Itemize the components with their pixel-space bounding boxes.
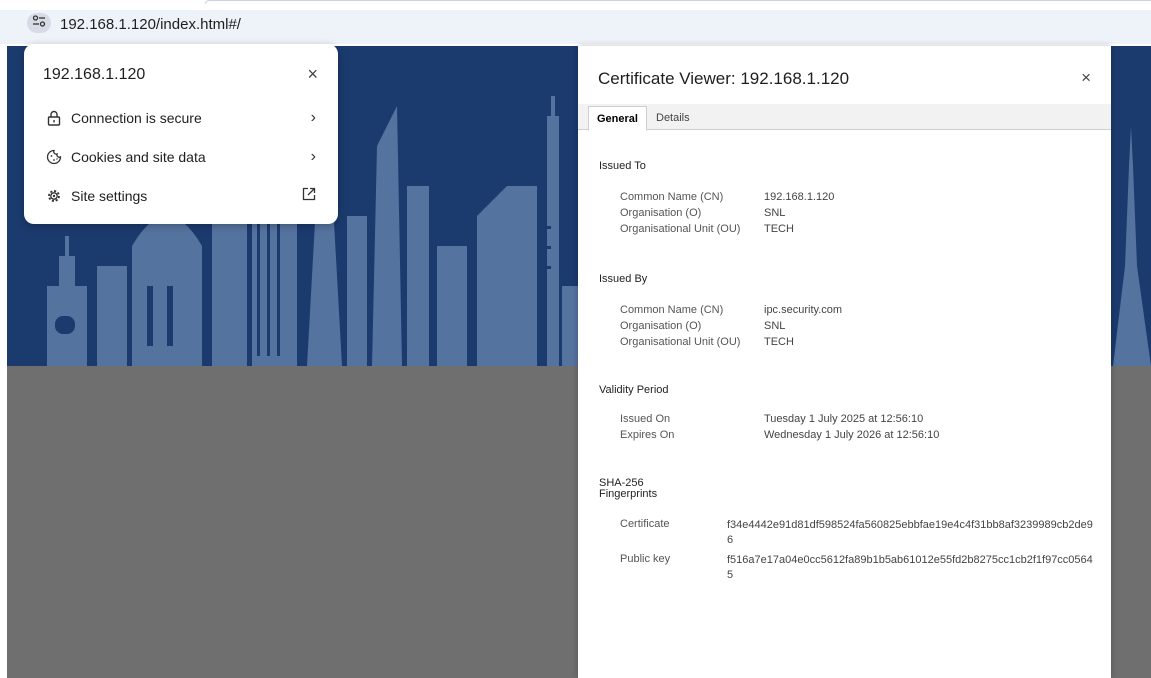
certificate-viewer: Certificate Viewer: 192.168.1.120 × Gene… — [578, 46, 1111, 678]
site-info-button[interactable] — [27, 13, 51, 33]
field-label: Common Name (CN) — [620, 191, 724, 203]
fingerprints-heading-line2: Fingerprints — [599, 488, 658, 500]
lock-icon — [45, 109, 63, 127]
connection-security-label: Connection is secure — [71, 110, 202, 126]
cookies-item[interactable]: Cookies and site data › — [24, 138, 338, 176]
site-settings-label: Site settings — [71, 188, 148, 204]
certificate-viewer-title: Certificate Viewer: 192.168.1.120 — [598, 69, 850, 88]
close-popup-button[interactable]: × — [307, 64, 318, 84]
field-label: Public key — [620, 553, 671, 565]
chevron-right-icon: › — [310, 109, 316, 126]
certificate-fingerprint: f34e4442e91d81df598524fa560825ebbfae19e4… — [727, 519, 1093, 546]
tab-strip-edge — [205, 0, 1151, 4]
field-label: Organisation (O) — [620, 207, 702, 219]
cookie-icon — [45, 148, 63, 166]
field-value: TECH — [764, 223, 794, 235]
site-info-popup: 192.168.1.120 × Connection is secure › C… — [24, 44, 338, 224]
field-value: ipc.security.com — [764, 304, 843, 316]
field-label: Organisational Unit (OU) — [620, 223, 741, 235]
field-value: SNL — [764, 320, 786, 332]
field-label: Certificate — [620, 518, 670, 530]
site-settings-item[interactable]: Site settings — [24, 177, 338, 215]
field-label: Expires On — [620, 429, 675, 441]
tab-general[interactable]: General — [588, 106, 647, 131]
public-key-fingerprint: f516a7e17a04e0cc5612fa89b1b5ab61012e55fd… — [727, 554, 1093, 581]
field-value: Tuesday 1 July 2025 at 12:56:10 — [764, 413, 924, 425]
issued-to-heading: Issued To — [599, 160, 646, 172]
field-value: Wednesday 1 July 2026 at 12:56:10 — [764, 429, 940, 441]
connection-security-item[interactable]: Connection is secure › — [24, 99, 338, 137]
field-label: Organisation (O) — [620, 320, 702, 332]
issued-by-heading: Issued By — [599, 273, 648, 285]
open-in-new-icon — [302, 187, 316, 206]
field-label: Issued On — [620, 413, 671, 425]
tune-icon — [32, 14, 46, 32]
certificate-tabs: General Details — [578, 104, 1111, 131]
field-label: Common Name (CN) — [620, 304, 724, 316]
field-value: TECH — [764, 336, 794, 348]
gear-icon — [45, 187, 63, 205]
url-text[interactable]: 192.168.1.120/index.html#/ — [60, 16, 241, 33]
field-value: 192.168.1.120 — [764, 191, 835, 203]
validity-heading: Validity Period — [599, 384, 669, 396]
close-certificate-button[interactable]: × — [1081, 68, 1091, 88]
field-value: SNL — [764, 207, 786, 219]
popup-title: 192.168.1.120 — [43, 66, 146, 83]
chevron-right-icon: › — [310, 148, 316, 165]
tab-details[interactable]: Details — [648, 106, 698, 131]
field-label: Organisational Unit (OU) — [620, 336, 741, 348]
cookies-label: Cookies and site data — [71, 149, 206, 165]
